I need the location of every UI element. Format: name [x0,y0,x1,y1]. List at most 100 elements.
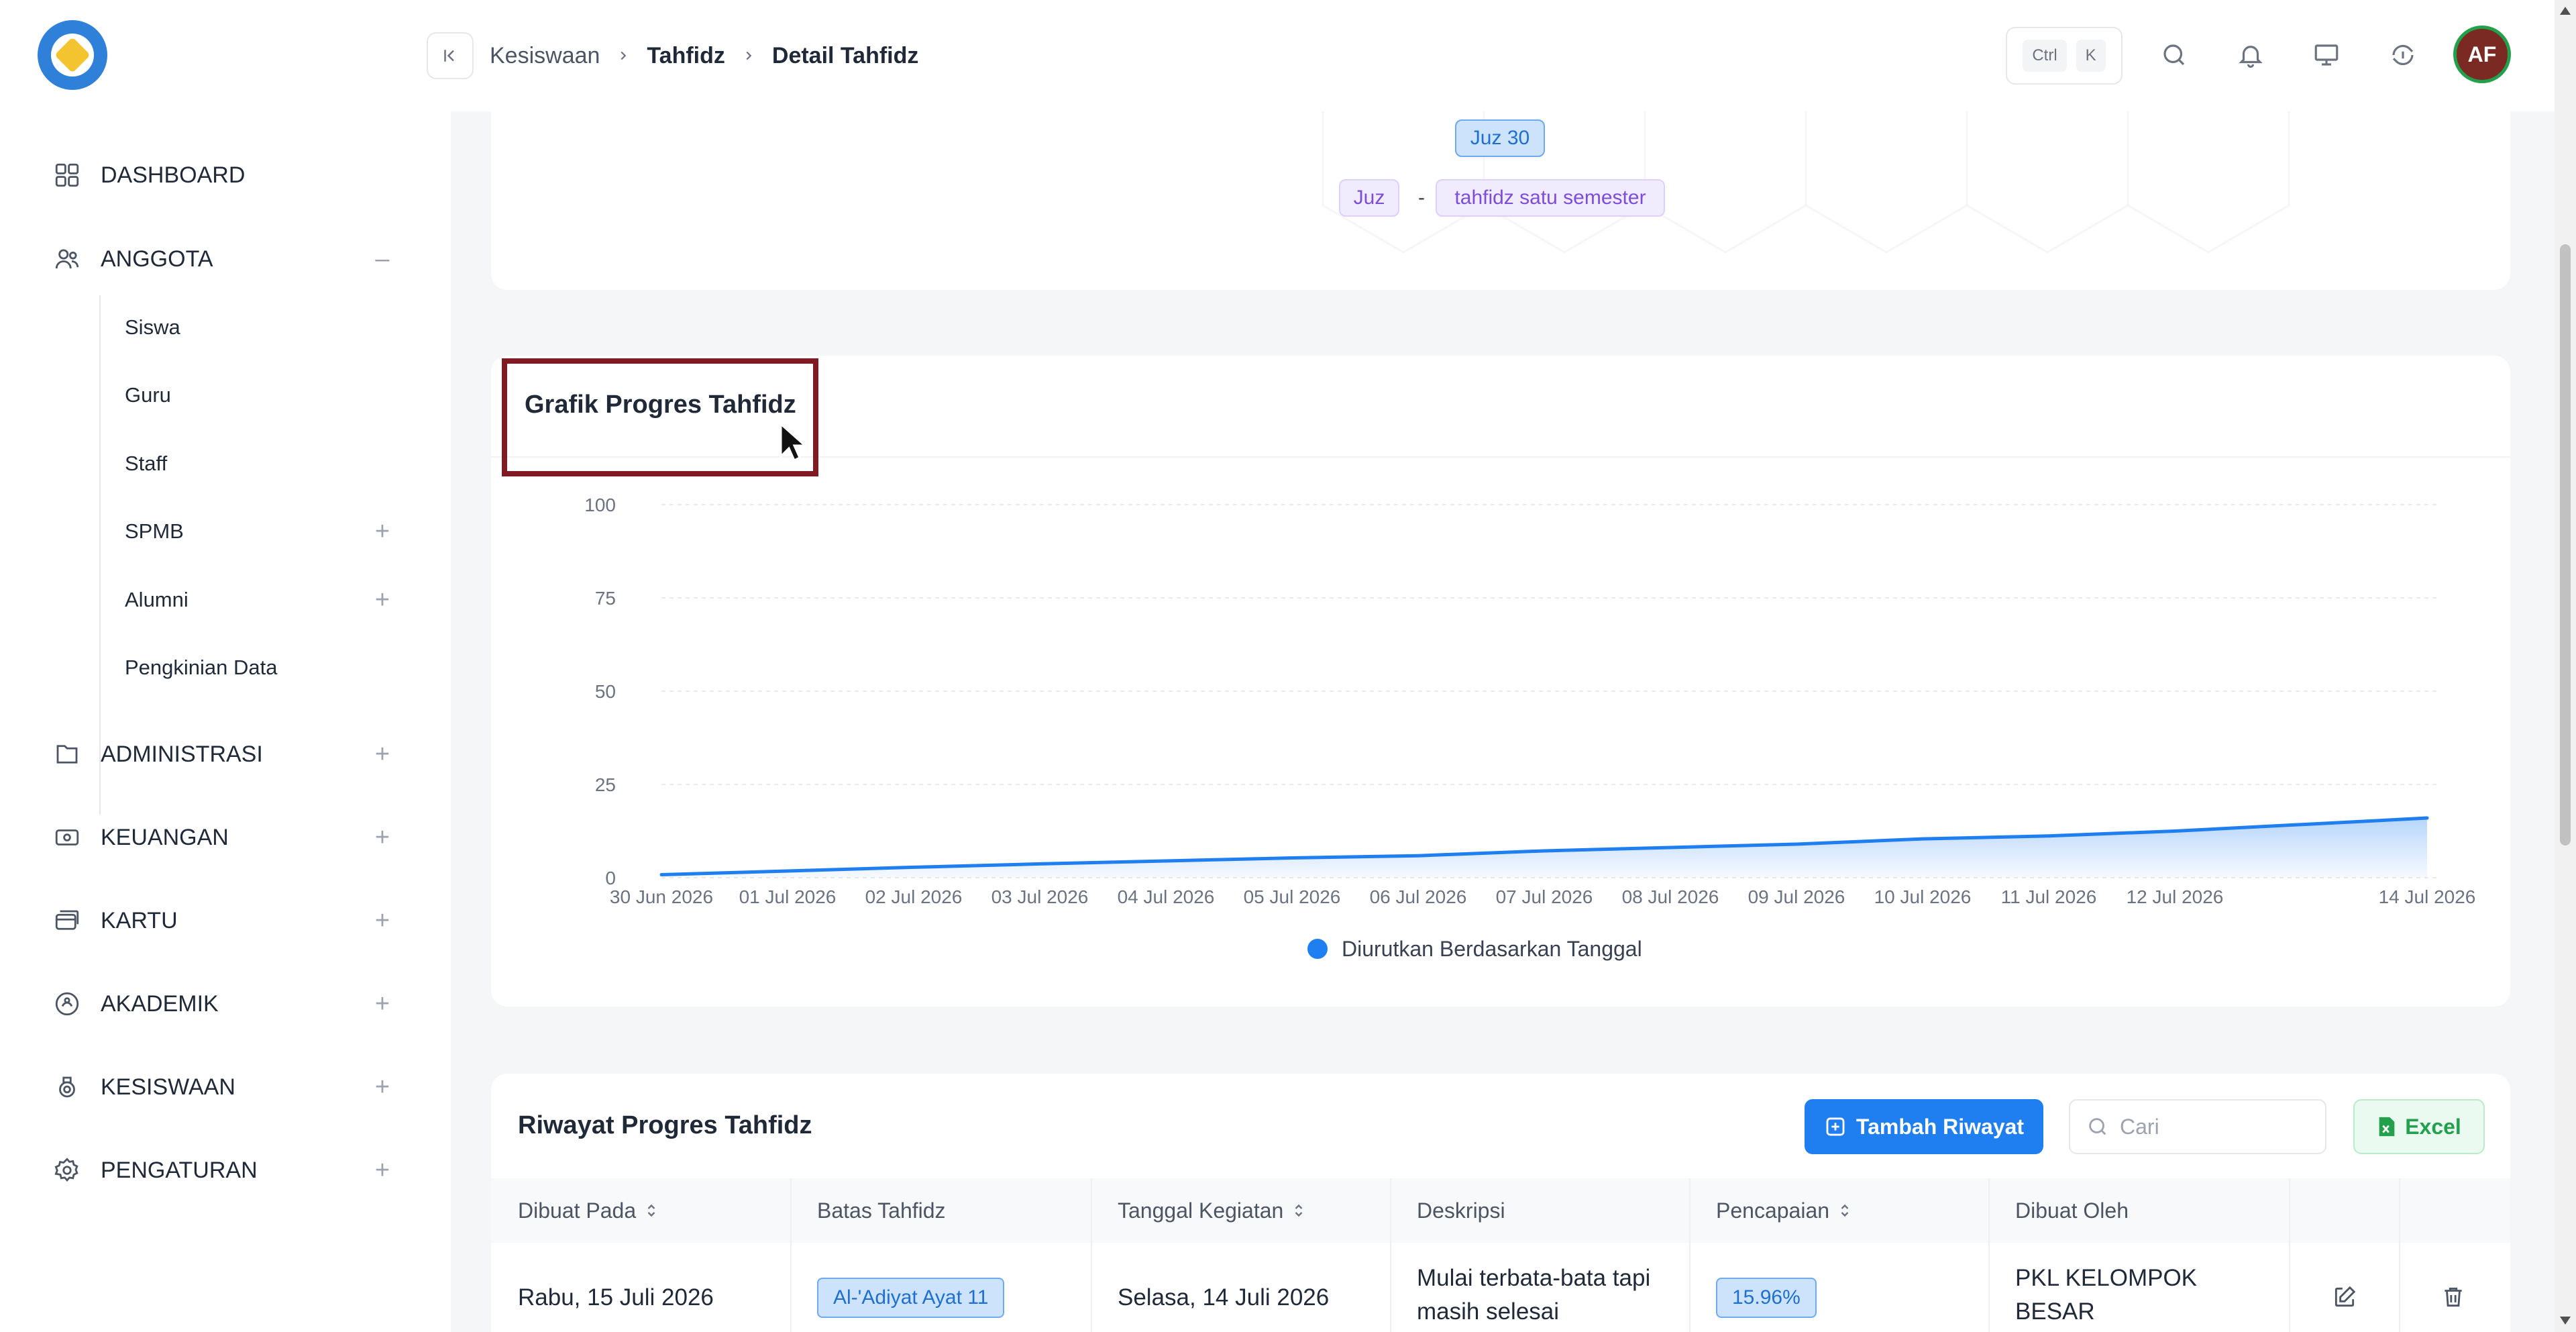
sidebar-subitem-guru[interactable]: Guru [125,376,396,414]
bell-icon[interactable] [2232,36,2269,74]
app-logo[interactable] [38,20,107,90]
x-tick-label: 08 Jul 2026 [1622,886,1719,907]
table-header: Dibuat Pada Batas Tahfidz Tanggal Kegiat… [491,1178,2510,1243]
y-tick-label: 100 [584,495,616,515]
chevron-right-icon [741,48,756,63]
page-scrollbar[interactable] [2555,0,2576,1332]
scroll-up-arrow[interactable] [2560,7,2571,15]
tag-separator: - [1418,187,1425,209]
column-tanggal-kegiatan[interactable]: Tanggal Kegiatan [1118,1178,1305,1243]
sidebar-item-keuangan[interactable]: KEUANGAN + [47,817,396,858]
x-tick-label: 04 Jul 2026 [1118,886,1215,907]
cell-batas-badge: Al-'Adiyat Ayat 11 [817,1278,1005,1318]
sidebar-subitem-alumni[interactable]: Alumni + [125,581,396,619]
cell-dibuat-oleh-line-2: BESAR [2015,1298,2095,1325]
legend-marker[interactable] [1307,939,1328,959]
command-palette-shortcut[interactable]: Ctrl K [2006,27,2123,85]
search-icon[interactable] [2155,36,2193,74]
monitor-icon[interactable] [2308,36,2345,74]
cell-pencapaian-badge: 15.96% [1716,1278,1817,1318]
add-history-label: Tambah Riwayat [1856,1114,2025,1139]
expand-toggle[interactable]: + [369,907,396,935]
breadcrumb-tahfidz[interactable]: Tahfidz [647,43,724,69]
x-tick-label: 02 Jul 2026 [865,886,963,907]
x-tick-label: 06 Jul 2026 [1370,886,1467,907]
expand-toggle[interactable]: + [369,990,396,1019]
legend-label[interactable]: Diurutkan Berdasarkan Tanggal [1342,937,1642,961]
y-tick-label: 0 [605,868,616,888]
sidebar-item-kesiswaan[interactable]: KESISWAAN + [47,1067,396,1107]
column-batas-tahfidz: Batas Tahfidz [817,1198,946,1223]
add-history-button[interactable]: Tambah Riwayat [1805,1099,2043,1154]
mouse-cursor-icon [780,423,805,462]
table-title: Riwayat Progres Tahfidz [518,1111,812,1139]
expand-toggle[interactable]: + [369,1156,396,1185]
breadcrumb-detail-tahfidz: Detail Tahfidz [771,42,919,68]
expand-toggle[interactable]: + [369,823,396,852]
grid-icon [47,155,87,195]
gear-icon [47,1150,87,1190]
x-tick-label: 03 Jul 2026 [991,886,1089,907]
sidebar-subitem-spmb[interactable]: SPMB + [125,513,396,550]
cell-tanggal-kegiatan: Selasa, 14 Juli 2026 [1118,1284,1330,1311]
column-divider [1689,1178,1690,1332]
edit-icon[interactable] [2328,1280,2361,1314]
sidebar-subitem-pengkinian-data[interactable]: Pengkinian Data [125,649,396,686]
cell-deskripsi-line-2: masih selesai [1417,1298,1560,1325]
column-deskripsi: Deskripsi [1417,1198,1505,1223]
x-tick-label: 10 Jul 2026 [1874,886,1972,907]
chevron-right-icon [616,48,631,63]
collapse-toggle[interactable]: – [369,245,396,274]
collapse-icon [444,50,454,62]
export-excel-button[interactable]: Excel [2353,1099,2485,1154]
sidebar-item-dashboard[interactable]: DASHBOARD [47,155,396,195]
sidebar-item-kartu[interactable]: KARTU + [47,901,396,941]
x-tick-label: 09 Jul 2026 [1748,886,1845,907]
sidebar: DASHBOARD ANGGOTA – Siswa Guru Staff SPM… [0,111,451,1332]
highlight-annotation-box [502,358,818,476]
expand-toggle[interactable]: + [369,517,396,546]
scroll-thumb[interactable] [2560,244,2571,846]
student-icon [47,1067,87,1107]
folder-icon [47,734,87,774]
expand-toggle[interactable]: + [369,586,396,615]
column-pencapaian[interactable]: Pencapaian [1716,1178,1851,1243]
card-icon [47,901,87,941]
kbd-ctrl: Ctrl [2023,40,2067,72]
cell-dibuat-pada: Rabu, 15 Juli 2026 [518,1284,714,1311]
sidebar-subitem-siswa[interactable]: Siswa [125,309,396,346]
x-tick-label: 30 Jun 2026 [610,886,713,907]
tag-juz: Juz [1339,179,1399,217]
tag-semester: tahfidz satu semester [1436,179,1665,217]
cell-dibuat-oleh-line-1: PKL KELOMPOK [2015,1265,2198,1291]
search-input[interactable] [2120,1114,2308,1139]
breadcrumb-kesiswaan[interactable]: Kesiswaan [490,43,600,69]
sidebar-item-administrasi[interactable]: ADMINISTRASI + [47,734,396,774]
sidebar-subitem-staff[interactable]: Staff [125,445,396,482]
sidebar-item-pengaturan[interactable]: PENGATURAN + [47,1150,396,1190]
academic-icon [47,984,87,1024]
user-avatar[interactable]: AF [2453,25,2511,83]
x-tick-label: 14 Jul 2026 [2379,886,2476,907]
expand-toggle[interactable]: + [369,740,396,769]
column-dibuat-pada[interactable]: Dibuat Pada [518,1178,657,1243]
trash-icon[interactable] [2436,1280,2470,1314]
column-dibuat-oleh: Dibuat Oleh [2015,1198,2129,1223]
sidebar-item-anggota[interactable]: ANGGOTA – [47,239,396,279]
expand-toggle[interactable]: + [369,1073,396,1102]
collapse-sidebar-button[interactable] [427,32,474,79]
users-icon [47,239,87,279]
x-tick-label: 01 Jul 2026 [739,886,837,907]
y-tick-label: 50 [595,681,616,702]
column-divider [2289,1178,2290,1332]
sidebar-item-akademik[interactable]: AKADEMIK + [47,984,396,1024]
tahfidz-summary-card: Juz 30 Juz - tahfidz satu semester [491,111,2510,290]
column-divider [790,1178,792,1332]
kbd-k: K [2076,40,2106,72]
search-box[interactable] [2069,1099,2326,1154]
sort-icon [647,1204,655,1217]
excel-file-icon [2379,1117,2395,1137]
sync-icon[interactable] [2384,36,2422,74]
scroll-down-arrow[interactable] [2560,1317,2571,1325]
top-header: Kesiswaan Tahfidz Detail Tahfidz Ctrl K … [0,0,2555,111]
